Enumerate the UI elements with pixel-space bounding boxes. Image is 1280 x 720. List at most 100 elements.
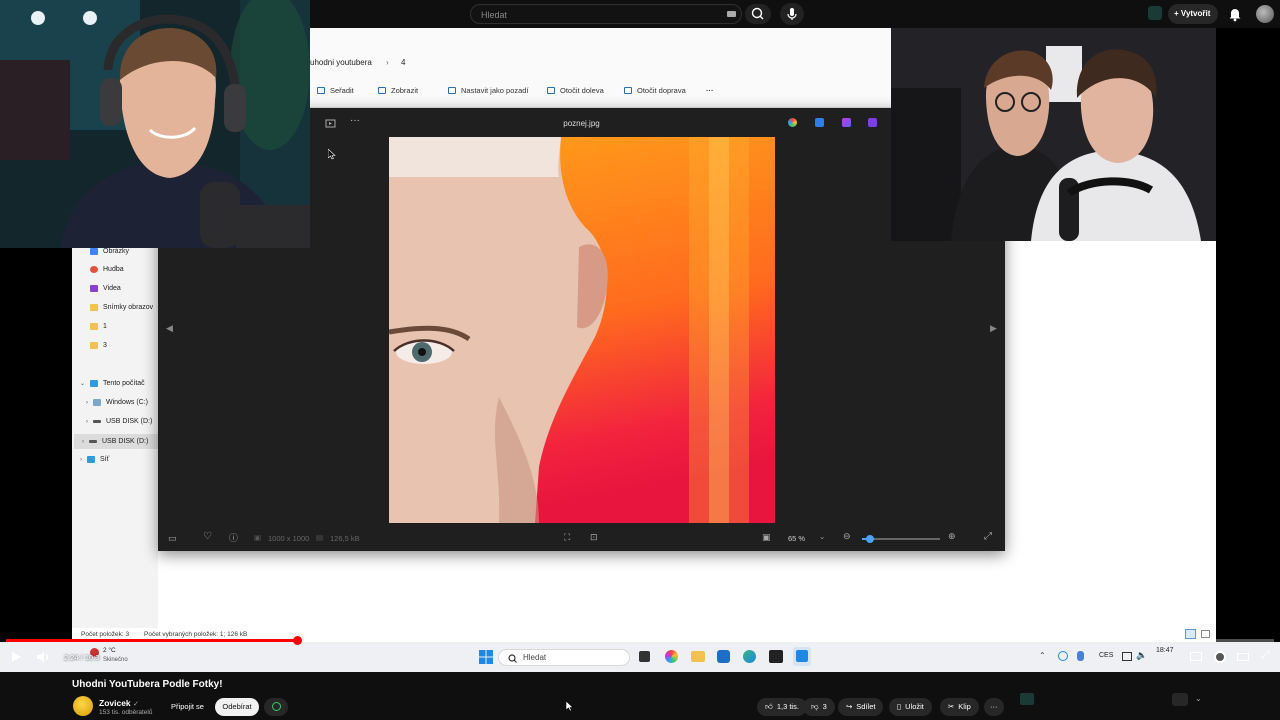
clip-button[interactable]: ✂ Klip (940, 698, 979, 716)
microphone-icon[interactable] (1077, 651, 1084, 661)
nav-item-network[interactable]: › Síť (80, 456, 109, 463)
tiles-view-icon[interactable] (1201, 630, 1210, 638)
create-button[interactable]: + Vytvořit (1168, 4, 1218, 24)
nav-item-drive-c[interactable]: › Windows (C:) (86, 399, 148, 406)
volume-icon[interactable] (36, 651, 50, 663)
channel-name[interactable]: Zovicek ✓ (99, 698, 139, 708)
dislike-button[interactable]: 👎︎ 3 (803, 698, 835, 716)
nav-item-screenshots[interactable]: Snímky obrazov (90, 304, 153, 311)
display-icon[interactable] (1122, 652, 1132, 661)
zoom-slider[interactable] (862, 535, 940, 543)
sync-icon[interactable] (1058, 651, 1068, 661)
rotate-right-button[interactable]: Otočit doprava (624, 86, 686, 95)
sort-button[interactable]: Seřadit (317, 86, 354, 95)
nav-item-pictures[interactable]: Obrázky (90, 248, 129, 255)
nav-label: Hudba (103, 266, 124, 273)
file-explorer-icon[interactable] (691, 651, 705, 662)
nav-item-videos[interactable]: Videa (90, 285, 121, 292)
edit-icon[interactable] (815, 118, 824, 127)
more-actions-button[interactable]: ··· (984, 698, 1004, 716)
voice-search-button[interactable] (780, 3, 804, 25)
notification-bell-button[interactable] (264, 698, 288, 716)
zoom-slider-thumb[interactable] (865, 535, 874, 543)
edge-browser-icon[interactable] (743, 650, 756, 663)
photos-app-active[interactable] (793, 647, 811, 666)
mouse-cursor-icon (566, 701, 574, 712)
windows-start-icon[interactable] (479, 650, 493, 664)
current-time: 2:24 (64, 653, 79, 662)
settings-gear-icon[interactable] (1214, 651, 1226, 663)
actual-size-icon[interactable]: ⊡ (590, 532, 598, 543)
nav-item-usb-disk-selected[interactable]: › USB DISK (D:) (74, 434, 158, 449)
search-icon (751, 7, 764, 20)
music-icon (90, 266, 98, 273)
search-button[interactable] (745, 4, 771, 24)
keyboard-icon[interactable] (727, 11, 736, 17)
create-label: Vytvořit (1180, 9, 1211, 18)
zoom-level[interactable]: 65 % (788, 534, 805, 543)
favorite-heart-icon[interactable]: ♡ (203, 531, 212, 542)
next-image-icon[interactable]: ▶ (990, 323, 997, 334)
breadcrumb-item[interactable]: uhodni youtubera (310, 58, 372, 67)
designer-icon[interactable] (842, 118, 851, 127)
info-icon[interactable]: ⓘ (229, 531, 238, 544)
pictures-icon (90, 248, 98, 255)
task-view-icon[interactable] (639, 651, 650, 662)
breadcrumb-item[interactable]: 4 (401, 58, 405, 67)
save-button[interactable]: ▯ Uložit (889, 698, 932, 716)
view-button[interactable]: Zobrazit (378, 86, 418, 95)
join-button[interactable]: Připojit se (165, 698, 210, 716)
account-avatar[interactable] (1256, 5, 1274, 23)
notifications-bell-icon[interactable] (1228, 6, 1242, 22)
nav-item-usb-disk[interactable]: › USB DISK (D:) (86, 418, 152, 425)
share-button[interactable]: ↪ Sdílet (838, 698, 884, 716)
terminal-icon[interactable] (769, 650, 783, 663)
fullscreen-icon[interactable]: ⤢ (984, 531, 992, 542)
zoom-out-icon[interactable]: ⊖ (843, 531, 851, 542)
chevron-down-icon[interactable]: ⌄ (1195, 694, 1202, 703)
time-display: 2:24 / 10:3 (64, 653, 100, 662)
play-icon[interactable] (10, 651, 22, 663)
set-wallpaper-button[interactable]: Nastavit jako pozadí (448, 86, 529, 95)
network-icon (87, 456, 95, 463)
weather-description: Skinečno (103, 657, 128, 663)
extension-icon[interactable] (1020, 693, 1034, 705)
crop-icon[interactable]: ▣ (762, 532, 771, 543)
rotate-left-icon (547, 87, 555, 94)
clock-time[interactable]: 18:47 (1156, 647, 1174, 654)
nav-item-folder-3[interactable]: 3 (90, 342, 107, 349)
details-view-icon[interactable] (1185, 629, 1196, 639)
nav-item-this-pc[interactable]: ⌄ Tento počítač (80, 380, 145, 387)
channel-avatar[interactable] (73, 696, 93, 716)
chevron-down-icon[interactable]: ⌄ (819, 532, 825, 541)
weather-temp: 2 °C (103, 647, 116, 654)
previous-image-icon[interactable]: ◀ (166, 323, 173, 334)
search-input[interactable]: Hledat (470, 4, 742, 24)
microphone-icon (787, 8, 797, 20)
copilot-icon[interactable] (788, 118, 797, 127)
copilot-icon[interactable] (665, 650, 678, 663)
like-button[interactable]: 👍︎ 1,3 tis. (757, 698, 807, 716)
clipchamp-icon[interactable] (868, 118, 877, 127)
more-options-icon[interactable]: ··· (706, 86, 714, 95)
rotate-left-button[interactable]: Otočit doleva (547, 86, 604, 95)
mouse-cursor-icon (328, 149, 336, 160)
filesize-icon: ▤ (316, 533, 324, 542)
subtitles-icon[interactable] (1190, 652, 1202, 661)
zoom-in-icon[interactable]: ⊕ (948, 531, 956, 542)
subscribe-button[interactable]: Odebírat (215, 698, 259, 716)
filmstrip-icon[interactable]: ▭ (168, 533, 177, 544)
nav-item-music[interactable]: Hudba (90, 266, 124, 273)
upload-icon[interactable] (1172, 693, 1188, 706)
volume-icon[interactable]: 🔈 (1136, 650, 1147, 661)
extension-icon[interactable] (1148, 6, 1162, 20)
theater-mode-icon[interactable] (1237, 653, 1249, 661)
nav-item-folder-1[interactable]: 1 (90, 323, 107, 330)
fullscreen-icon[interactable]: ⤢ (1261, 649, 1270, 662)
taskbar-search-box[interactable]: Hledat (498, 649, 630, 666)
nav-label: Síť (100, 456, 110, 463)
chevron-up-icon[interactable]: ⌃ (1039, 651, 1046, 660)
fit-to-window-icon[interactable]: ⛶ (564, 532, 570, 543)
input-language[interactable]: CES (1099, 652, 1113, 659)
outlook-icon[interactable] (717, 650, 730, 663)
